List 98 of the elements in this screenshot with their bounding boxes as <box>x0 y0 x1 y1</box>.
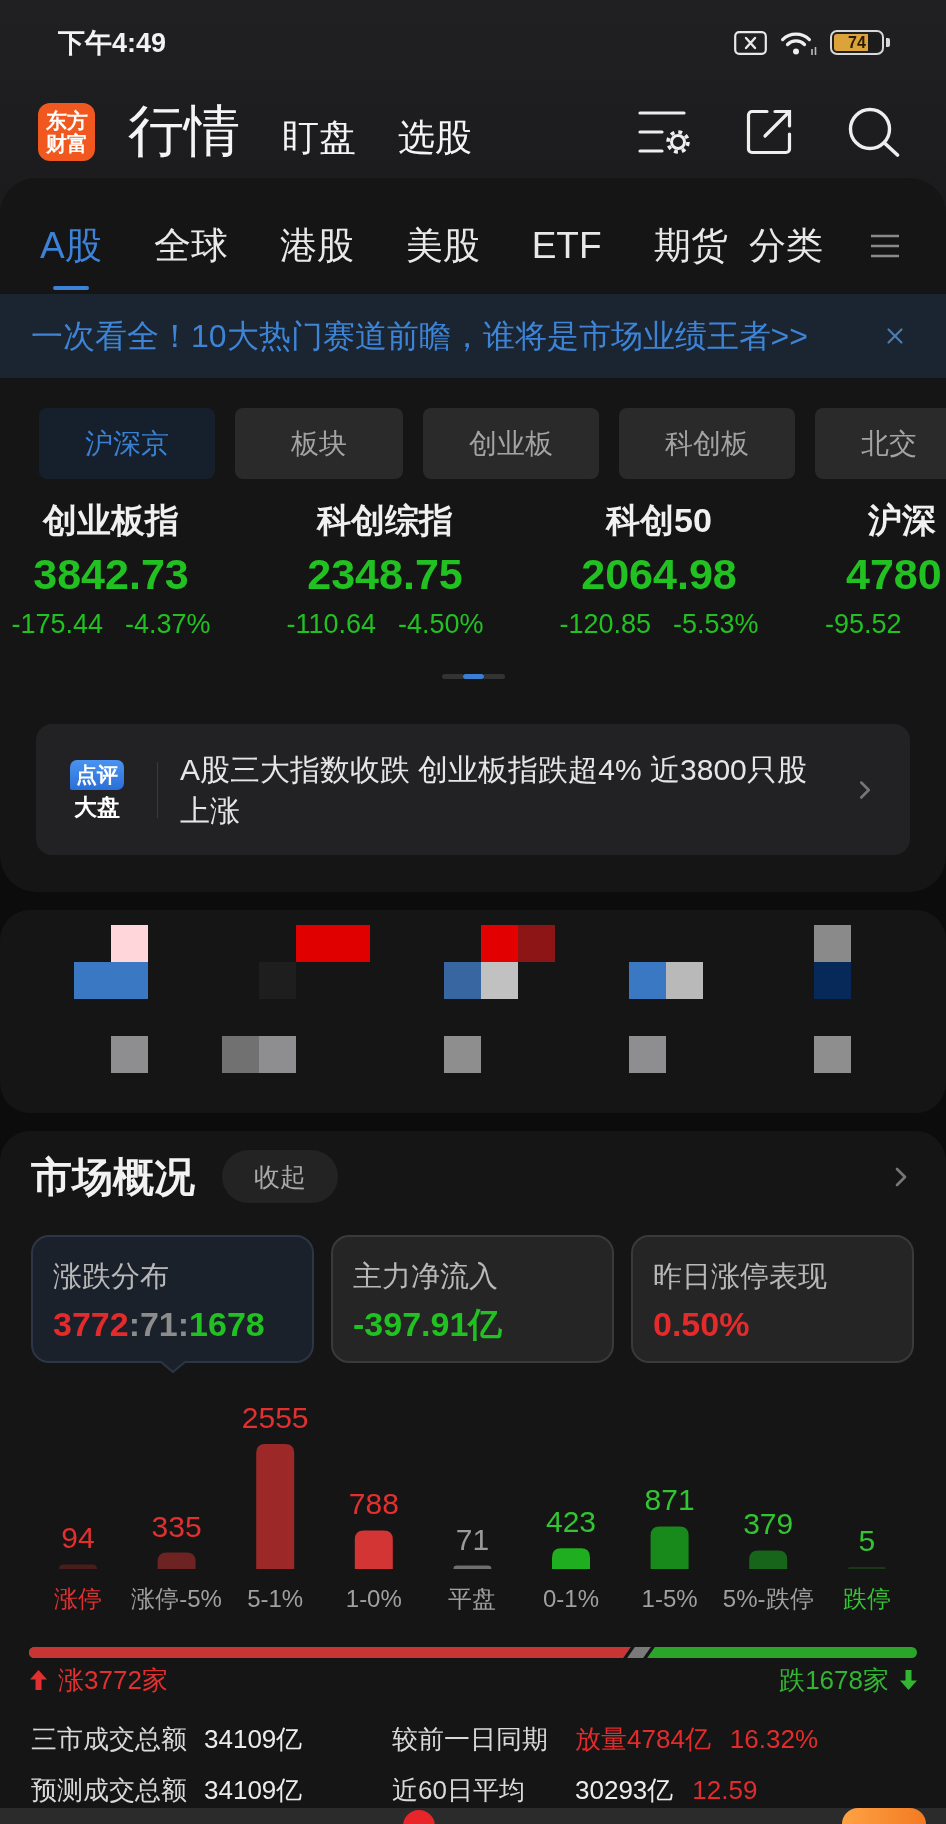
category-label: 5-1% <box>247 1585 304 1612</box>
market-chip[interactable]: 科创板 <box>619 408 795 479</box>
arrow-up-icon <box>30 1670 47 1690</box>
header-nav-tab[interactable]: 盯盘 <box>282 117 356 160</box>
bar-value-label: 788 <box>348 1487 399 1521</box>
list-settings-icon[interactable] <box>638 109 690 154</box>
index-value: 2348.75 <box>307 549 463 600</box>
category-label: 1-0% <box>345 1585 402 1612</box>
rise-count: 涨3772家 <box>58 1666 168 1694</box>
chart-bar <box>749 1550 788 1569</box>
market-tab[interactable]: 港股 <box>279 198 354 294</box>
bar-value-label: 5 <box>858 1524 876 1557</box>
chart-bar <box>354 1530 393 1569</box>
category-label: 1-5% <box>641 1585 698 1612</box>
search-icon[interactable] <box>848 106 900 157</box>
stats-value: 16.32% <box>729 1723 819 1756</box>
header-nav-tab[interactable]: 选股 <box>398 117 472 160</box>
market-chip[interactable]: 创业板 <box>423 408 599 479</box>
arrow-down-icon <box>900 1670 917 1690</box>
comment-badge: 点评 <box>70 759 124 790</box>
market-tab[interactable]: A股 <box>40 198 102 294</box>
badge-caption: 大盘 <box>74 793 120 820</box>
card-pointer-icon <box>160 1361 185 1373</box>
category-label: 跌停 <box>842 1585 891 1612</box>
bar-value-label: 871 <box>644 1483 695 1517</box>
market-tab[interactable]: 期货 <box>653 198 728 294</box>
review-text: A股三大指数收跌 创业板指跌超4% 近3800只股上涨 <box>180 751 808 829</box>
stat-label: 昨日涨停表现 <box>653 1259 828 1294</box>
stats-label: 较前一日同期 <box>392 1723 549 1756</box>
stats-label: 三市成交总额 <box>31 1723 188 1756</box>
slash-mark <box>623 1647 655 1658</box>
market-chip[interactable]: 板块 <box>235 408 403 479</box>
chart-bar <box>157 1552 196 1569</box>
status-time: 下午4:49 <box>58 26 167 59</box>
chart-bar <box>650 1526 689 1569</box>
stats-value: 放量4784亿 <box>575 1723 711 1756</box>
bar-value-label: 71 <box>455 1522 490 1556</box>
logo-text: 东方 财富 <box>45 108 88 155</box>
bar-value-label: 335 <box>151 1509 202 1543</box>
index-name[interactable]: 科创综指 <box>317 500 453 540</box>
chart-bar <box>552 1548 590 1569</box>
stat-value: 3772:71:1678 <box>53 1304 266 1344</box>
battery-indicator: 74 <box>830 30 890 55</box>
bar-value-label: 379 <box>743 1507 794 1541</box>
stat-value: 0.50% <box>653 1304 751 1344</box>
market-tab[interactable]: 全球 <box>153 198 228 294</box>
section-title: 市场概况 <box>31 1152 195 1201</box>
stat-card[interactable]: 昨日涨停表现 0.50% <box>631 1235 914 1363</box>
category-label: 平盘 <box>448 1585 497 1612</box>
index-name[interactable]: 沪深 <box>796 500 936 540</box>
index-change: -120.85 <box>559 608 651 641</box>
category-label: 5%-跌停 <box>722 1585 814 1612</box>
category-label: 涨停 <box>54 1585 102 1612</box>
bar-value-label: 94 <box>61 1521 95 1555</box>
index-change-percent: -4.50% <box>398 608 484 641</box>
index-value: 3842.73 <box>33 549 189 600</box>
index-change: -110.64 <box>286 608 376 641</box>
category-label: 涨停-5% <box>131 1585 222 1612</box>
bar-value-label: 2555 <box>241 1401 309 1434</box>
stats-value: 30293亿 <box>575 1774 674 1807</box>
stats-value: 34109亿 <box>204 1774 304 1807</box>
x-box-icon <box>734 30 767 55</box>
market-chip[interactable]: 北交 <box>815 408 946 479</box>
promo-banner[interactable]: 一次看全！10大热门赛道前瞻，谁将是市场业绩王者>> <box>0 294 946 378</box>
notification-badge-icon <box>403 1810 435 1824</box>
stats-label: 预测成交总额 <box>31 1774 188 1807</box>
fall-count: 跌1678家 <box>779 1666 889 1694</box>
category-tab[interactable]: 分类 <box>748 198 823 294</box>
banner-text: 一次看全！10大热门赛道前瞻，谁将是市场业绩王者>> <box>31 317 808 356</box>
stats-label: 近60日平均 <box>392 1774 526 1807</box>
stat-card[interactable]: 涨跌分布 3772:71:1678 <box>31 1235 314 1363</box>
market-chip[interactable]: 沪深京 <box>39 408 215 479</box>
stats-value: 34109亿 <box>204 1723 304 1756</box>
action-button[interactable] <box>842 1808 926 1824</box>
stat-label: 涨跌分布 <box>53 1259 170 1294</box>
header-nav-tab[interactable]: 行情 <box>128 99 240 164</box>
category-label: 0-1% <box>543 1585 599 1612</box>
chart-bar <box>59 1564 97 1569</box>
index-change-percent: -5.53% <box>673 608 759 641</box>
share-icon[interactable] <box>745 107 793 156</box>
index-change-percent: -4.37% <box>125 608 211 641</box>
index-change: -95.52 <box>825 608 902 641</box>
menu-icon[interactable] <box>870 234 899 258</box>
index-value: 2064.98 <box>581 549 737 600</box>
collapse-button[interactable]: 收起 <box>222 1150 338 1203</box>
index-name[interactable]: 创业板指 <box>43 500 179 540</box>
chart-bar <box>453 1565 492 1569</box>
index-change: -175.44 <box>11 608 103 641</box>
stat-label: 主力净流入 <box>353 1259 499 1294</box>
market-tab[interactable]: ETF <box>531 198 602 294</box>
index-value: 4780 <box>845 549 942 600</box>
stat-card[interactable]: 主力净流入 -397.91亿 <box>331 1235 614 1363</box>
market-tab[interactable]: 美股 <box>405 198 480 294</box>
stats-value: 12.59 <box>692 1774 758 1807</box>
bar-value-label: 423 <box>545 1505 597 1539</box>
review-card[interactable]: 点评 大盘 A股三大指数收跌 创业板指跌超4% 近3800只股上涨 <box>36 724 910 855</box>
stat-value: -397.91亿 <box>353 1304 504 1344</box>
index-name[interactable]: 科创50 <box>606 500 712 540</box>
